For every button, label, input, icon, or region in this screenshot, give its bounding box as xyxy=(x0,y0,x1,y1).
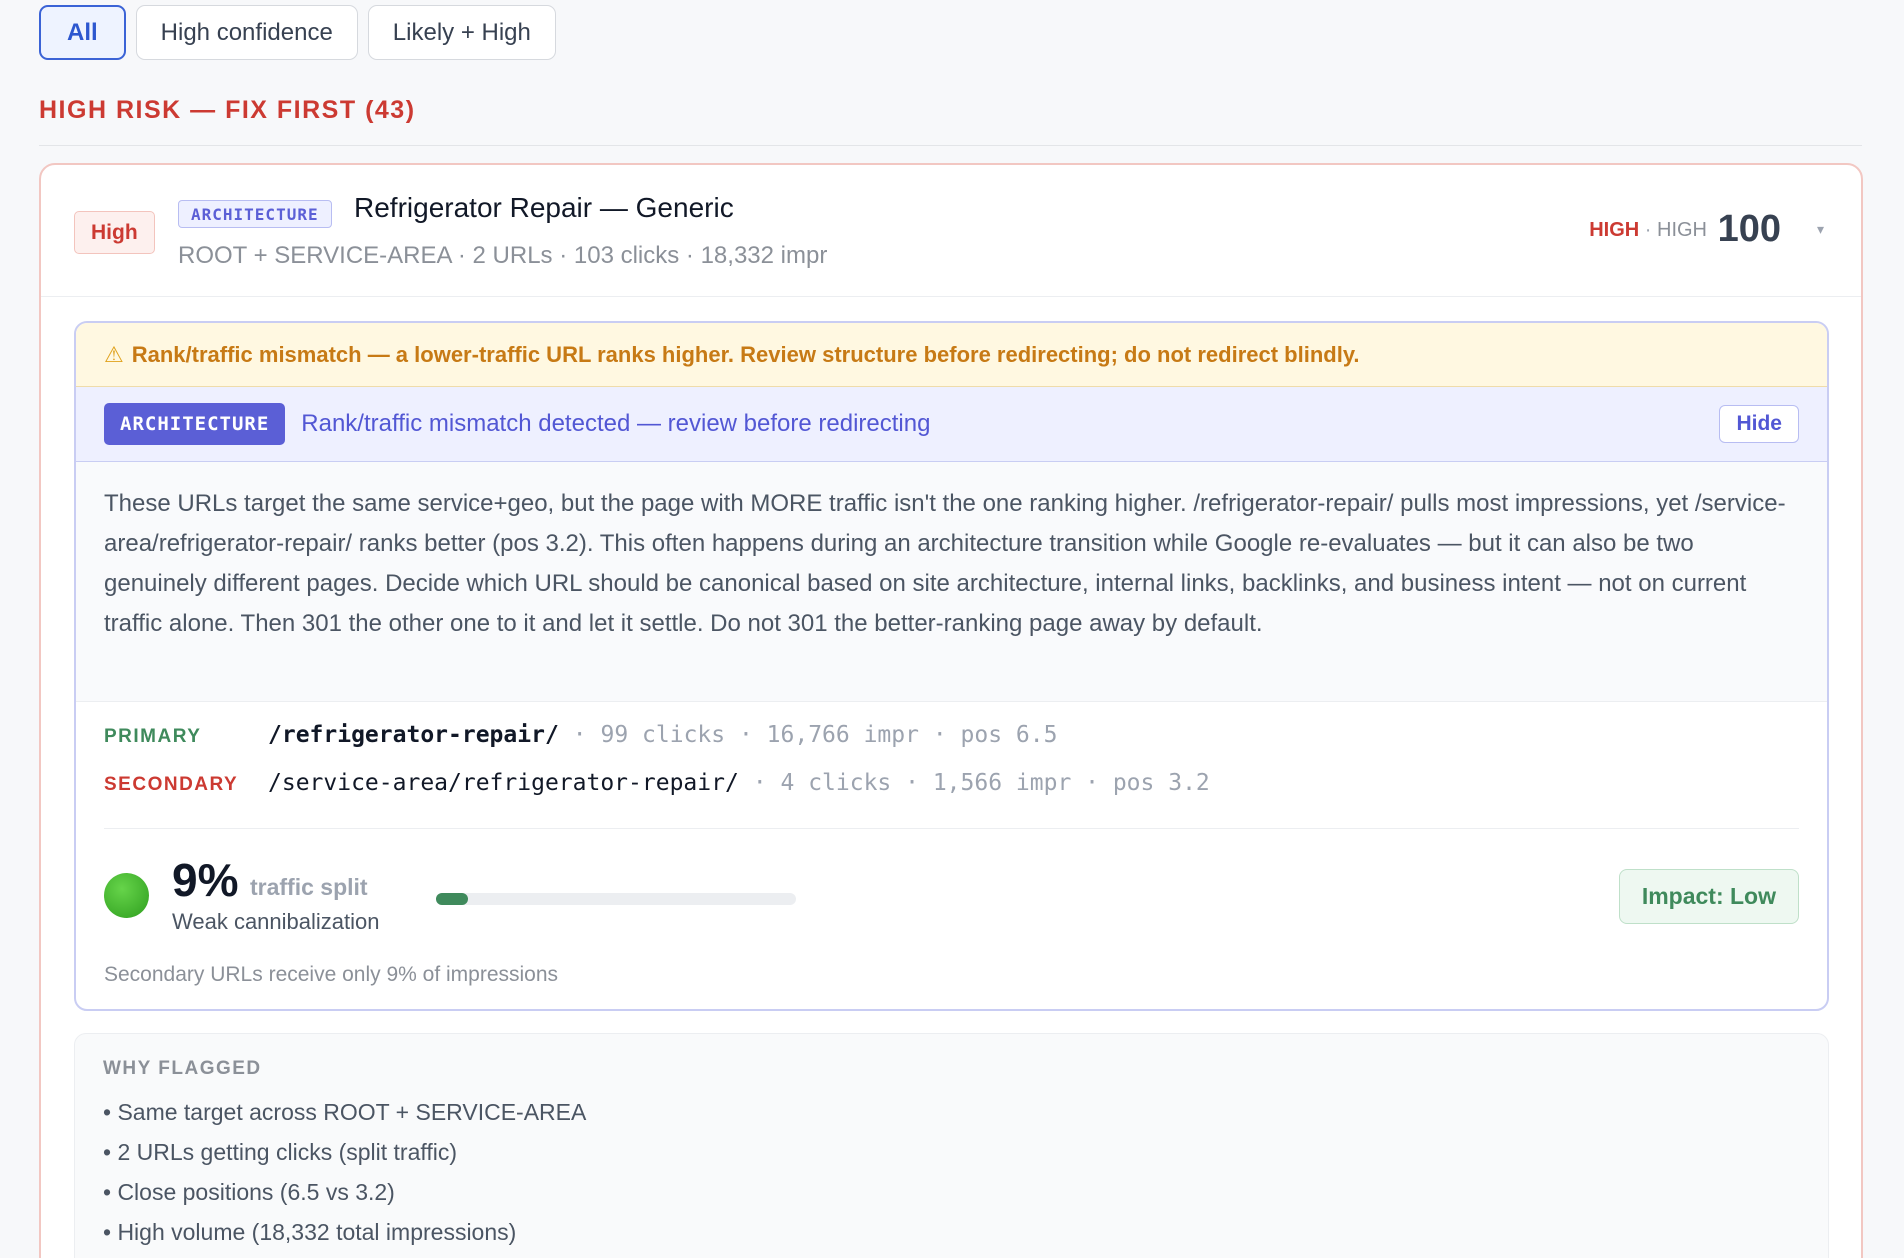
url-comparison: PRIMARY /refrigerator-repair/ · 99 click… xyxy=(76,702,1827,987)
why-flagged-item: • Close positions (6.5 vs 3.2) xyxy=(103,1179,395,1205)
confidence-secondary: HIGH xyxy=(1657,219,1707,241)
split-progress-fill xyxy=(436,893,469,905)
confidence-label: HIGH · HIGH xyxy=(1589,219,1707,242)
primary-url-row: PRIMARY /refrigerator-repair/ · 99 click… xyxy=(104,722,1799,770)
secondary-url[interactable]: /service-area/refrigerator-repair/ xyxy=(268,770,739,796)
primary-url[interactable]: /refrigerator-repair/ xyxy=(268,722,559,748)
issue-meta: ROOT + SERVICE-AREA · 2 URLs · 103 click… xyxy=(178,242,828,269)
confidence-primary: HIGH xyxy=(1589,219,1640,241)
architecture-description: These URLs target the same service+geo, … xyxy=(76,462,1827,702)
warning-text: Rank/traffic mismatch — a lower-traffic … xyxy=(131,341,1360,367)
chevron-down-icon[interactable]: ▾ xyxy=(1817,221,1824,238)
severity-badge: High xyxy=(74,211,155,254)
category-tag: ARCHITECTURE xyxy=(178,200,332,228)
architecture-headline: Rank/traffic mismatch detected — review … xyxy=(301,410,931,437)
split-percent: 9% xyxy=(172,854,239,906)
issue-title: Refrigerator Repair — Generic xyxy=(354,192,734,223)
risk-score: 100 xyxy=(1717,208,1781,250)
split-note: Secondary URLs receive only 9% of impres… xyxy=(104,963,559,986)
why-flagged-item: • High volume (18,332 total impressions) xyxy=(103,1219,517,1245)
issue-card: High ARCHITECTURE Refrigerator Repair — … xyxy=(39,163,1863,1258)
split-progress-bar xyxy=(436,893,796,905)
confidence-separator: · xyxy=(1644,219,1652,241)
hide-button[interactable]: Hide xyxy=(1719,405,1799,443)
primary-label: PRIMARY xyxy=(104,726,202,747)
why-flagged-item: • Same target across ROOT + SERVICE-AREA xyxy=(103,1099,587,1125)
secondary-url-stats: · 4 clicks · 1,566 impr · pos 3.2 xyxy=(752,770,1210,796)
warning-icon: ⚠ xyxy=(104,341,124,367)
filter-high-confidence-button[interactable]: High confidence xyxy=(135,5,358,60)
why-flagged-panel: WHY FLAGGED • Same target across ROOT + … xyxy=(74,1033,1829,1258)
filter-all-button[interactable]: All xyxy=(39,5,126,60)
status-dot-icon xyxy=(104,873,149,918)
traffic-split: 9% traffic split Weak cannibalization Im… xyxy=(104,829,1799,939)
split-status: Weak cannibalization xyxy=(172,909,380,934)
architecture-tag: ARCHITECTURE xyxy=(104,403,286,445)
primary-url-stats: · 99 clicks · 16,766 impr · pos 6.5 xyxy=(572,722,1058,748)
impact-badge: Impact: Low xyxy=(1618,869,1799,924)
secondary-label: SECONDARY xyxy=(104,774,239,795)
why-flagged-item: • 2 URLs getting clicks (split traffic) xyxy=(103,1139,458,1165)
why-flagged-title: WHY FLAGGED xyxy=(103,1058,262,1079)
issue-card-header[interactable]: High ARCHITECTURE Refrigerator Repair — … xyxy=(41,165,1861,297)
secondary-url-row: SECONDARY /service-area/refrigerator-rep… xyxy=(104,770,1799,818)
architecture-header: ARCHITECTURE Rank/traffic mismatch detec… xyxy=(76,387,1827,462)
filter-likely-high-button[interactable]: Likely + High xyxy=(367,5,556,60)
filter-bar: All High confidence Likely + High xyxy=(39,5,556,60)
section-divider xyxy=(39,145,1862,146)
split-label: traffic split xyxy=(250,874,368,900)
warning-banner: ⚠ Rank/traffic mismatch — a lower-traffi… xyxy=(76,323,1827,387)
architecture-panel: ⚠ Rank/traffic mismatch — a lower-traffi… xyxy=(74,321,1829,1011)
section-title: HIGH RISK — FIX FIRST (43) xyxy=(39,96,416,124)
